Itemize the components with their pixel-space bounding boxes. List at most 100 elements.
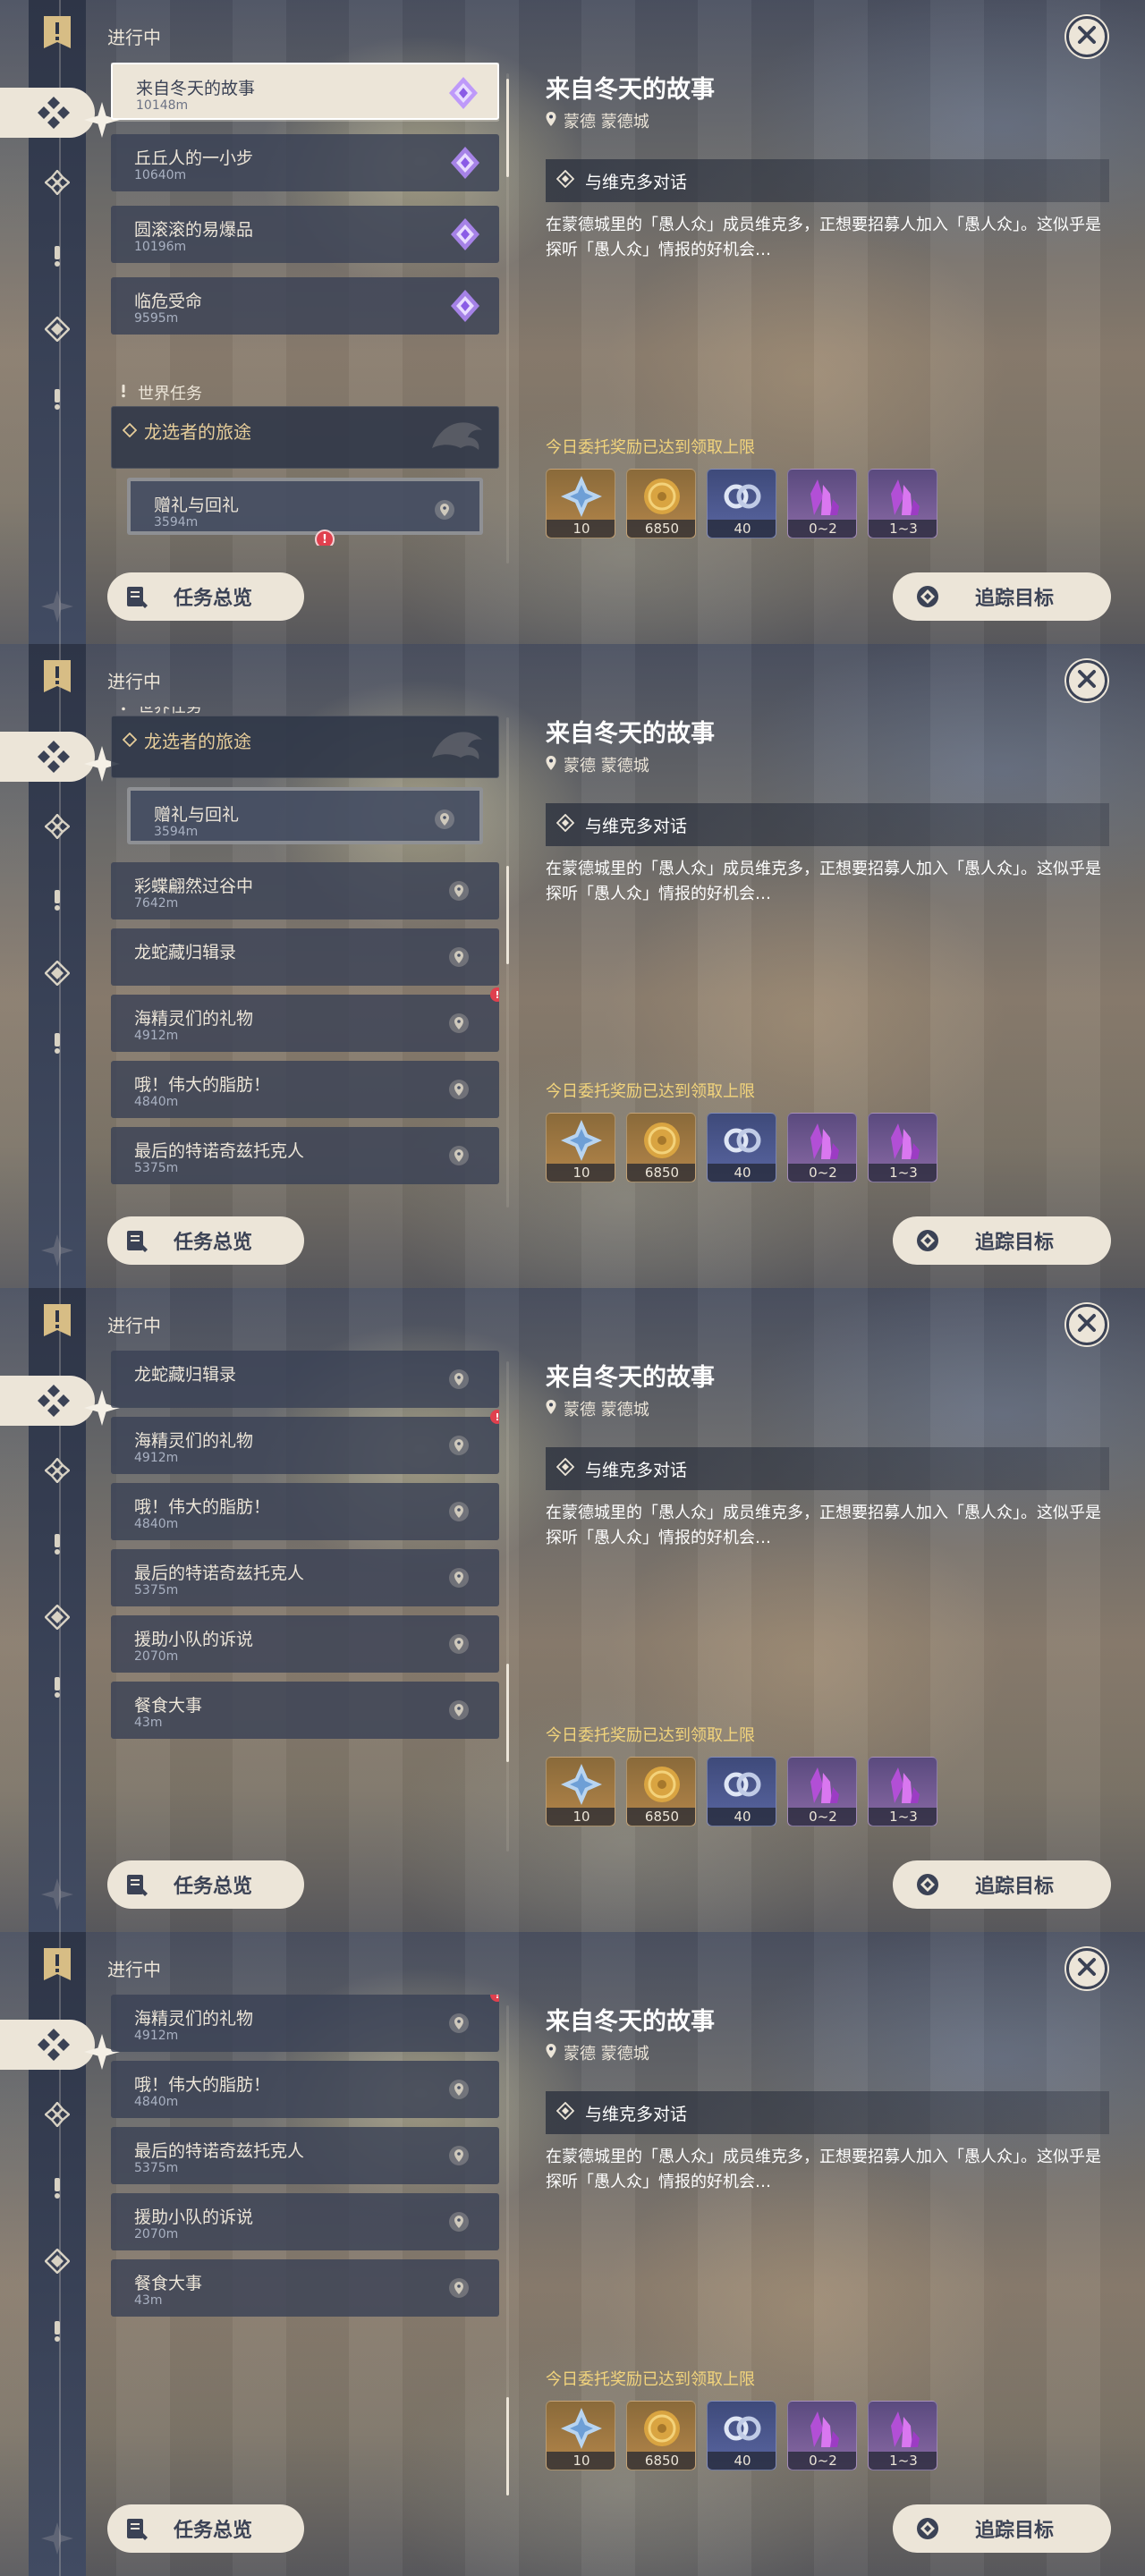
rail-tab-commission[interactable] [0, 88, 120, 138]
quest-item[interactable]: 哦！伟大的脂肪！ 4840m [111, 1061, 499, 1118]
quest-item[interactable]: 临危受命 9595m [111, 277, 499, 335]
rail-tab-commission[interactable] [0, 1376, 120, 1426]
rail-tab-event[interactable] [39, 383, 75, 419]
rail-tab-archon[interactable] [39, 1601, 75, 1637]
quest-item[interactable]: 哦！伟大的脂肪！ 4840m [111, 1483, 499, 1540]
reward-item[interactable]: 1~3 [868, 469, 937, 538]
reward-item[interactable]: 6850 [626, 469, 696, 538]
rail-tab-world[interactable] [39, 2172, 75, 2207]
track-objective-button[interactable]: 追踪目标 [893, 2504, 1111, 2553]
list-scrollbar-track[interactable] [506, 1361, 509, 1852]
reward-item[interactable]: 6850 [626, 2401, 696, 2470]
reward-item[interactable]: 40 [707, 2401, 776, 2470]
reward-item[interactable]: 10 [546, 1113, 615, 1182]
navigate-pin-icon[interactable] [449, 1013, 469, 1033]
navigate-pin-icon[interactable] [449, 1146, 469, 1165]
navigate-pin-icon[interactable] [449, 1634, 469, 1654]
quest-overview-button[interactable]: 任务总览 [107, 1860, 304, 1909]
close-button[interactable] [1066, 660, 1107, 701]
quest-item[interactable]: 龙蛇藏归辑录 [111, 1351, 499, 1408]
reward-item[interactable]: 6850 [626, 1113, 696, 1182]
quest-item[interactable]: 海精灵们的礼物4912m! [111, 1410, 499, 1474]
reward-item[interactable]: 40 [707, 1113, 776, 1182]
quest-item[interactable]: 彩蝶翩然过谷中 7642m [111, 862, 499, 919]
navigate-pin-icon[interactable] [449, 1436, 469, 1455]
rail-tab-archon[interactable] [39, 957, 75, 993]
reward-item[interactable]: 10 [546, 2401, 615, 2470]
navigate-pin-icon[interactable] [435, 500, 454, 520]
close-button[interactable] [1066, 16, 1107, 57]
navigate-pin-icon[interactable] [449, 947, 469, 967]
quest-item[interactable]: 最后的特诺奇兹托克人 5375m [111, 1549, 499, 1606]
navigate-pin-icon[interactable] [449, 1369, 469, 1389]
rail-tab-legend[interactable] [39, 1454, 75, 1490]
quest-distance: 5375m [134, 1161, 179, 1175]
rail-tab-event[interactable] [39, 1027, 75, 1063]
quest-item[interactable]: 海精灵们的礼物4912m! [111, 1995, 499, 2052]
navigate-pin-icon[interactable] [449, 2212, 469, 2232]
chapter-header[interactable]: 龙选者的旅途 [111, 716, 499, 778]
reward-item[interactable]: 1~3 [868, 2401, 937, 2470]
rail-tab-legend[interactable] [39, 2098, 75, 2134]
quest-item[interactable]: 海精灵们的礼物4912m! [111, 987, 499, 1052]
rail-tab-world[interactable] [39, 240, 75, 275]
track-objective-button[interactable]: 追踪目标 [893, 572, 1111, 621]
chapter-header[interactable]: 龙选者的旅途 [111, 406, 499, 469]
rail-tab-legend[interactable] [39, 166, 75, 202]
reward-item[interactable]: 40 [707, 1757, 776, 1826]
reward-item[interactable]: 10 [546, 469, 615, 538]
navigate-pin-icon[interactable] [449, 2146, 469, 2165]
list-scrollbar-thumb[interactable] [506, 1664, 509, 1762]
quest-item[interactable]: 最后的特诺奇兹托克人 5375m [111, 2127, 499, 2184]
reward-item[interactable]: 40 [707, 469, 776, 538]
quest-item[interactable]: 丘丘人的一小步 10640m [111, 134, 499, 191]
quest-overview-button[interactable]: 任务总览 [107, 572, 304, 621]
track-objective-button[interactable]: 追踪目标 [893, 1216, 1111, 1265]
rail-tab-world[interactable] [39, 1528, 75, 1563]
rail-tab-archon[interactable] [39, 313, 75, 349]
navigate-pin-icon[interactable] [449, 1502, 469, 1521]
close-button[interactable] [1066, 1948, 1107, 1989]
quest-item[interactable]: 最后的特诺奇兹托克人 5375m [111, 1127, 499, 1184]
rail-tab-commission[interactable] [0, 2020, 120, 2070]
reward-item[interactable]: 1~3 [868, 1113, 937, 1182]
reward-item[interactable]: 6850 [626, 1757, 696, 1826]
quest-item[interactable]: 援助小队的诉说 2070m [111, 1615, 499, 1673]
close-button[interactable] [1066, 1304, 1107, 1345]
quest-item[interactable]: 来自冬天的故事 10148m [111, 63, 499, 120]
quest-overview-button[interactable]: 任务总览 [107, 1216, 304, 1265]
rail-tab-legend[interactable] [39, 810, 75, 846]
quest-overview-button[interactable]: 任务总览 [107, 2504, 304, 2553]
rail-tab-event[interactable] [39, 2315, 75, 2351]
reward-item[interactable]: 0~2 [787, 469, 857, 538]
navigate-pin-icon[interactable] [449, 881, 469, 901]
rail-tab-archon[interactable] [39, 2245, 75, 2281]
navigate-pin-icon[interactable] [435, 809, 454, 829]
list-scrollbar-thumb[interactable] [506, 866, 509, 964]
rail-tab-world[interactable] [39, 884, 75, 919]
list-scrollbar-thumb[interactable] [506, 2397, 509, 2496]
navigate-pin-icon[interactable] [449, 1568, 469, 1588]
track-objective-button[interactable]: 追踪目标 [893, 1860, 1111, 1909]
quest-item[interactable]: 哦！伟大的脂肪！ 4840m [111, 2061, 499, 2118]
navigate-pin-icon[interactable] [449, 2013, 469, 2033]
reward-item[interactable]: 0~2 [787, 1113, 857, 1182]
navigate-pin-icon[interactable] [449, 2278, 469, 2298]
reward-item[interactable]: 0~2 [787, 1757, 857, 1826]
navigate-pin-icon[interactable] [449, 1080, 469, 1099]
rail-tab-commission[interactable] [0, 732, 120, 782]
list-scrollbar-thumb[interactable] [506, 79, 509, 177]
quest-item[interactable]: 圆滚滚的易爆品 10196m [111, 206, 499, 263]
quest-item[interactable]: 餐食大事 43m [111, 1682, 499, 1739]
reward-item[interactable]: 10 [546, 1757, 615, 1826]
reward-item[interactable]: 0~2 [787, 2401, 857, 2470]
rail-tab-event[interactable] [39, 1671, 75, 1707]
reward-item[interactable]: 1~3 [868, 1757, 937, 1826]
quest-item[interactable]: 援助小队的诉说 2070m [111, 2193, 499, 2250]
quest-item[interactable]: 龙蛇藏归辑录 [111, 928, 499, 986]
quest-item[interactable]: 赠礼与回礼 3594m! [127, 478, 483, 546]
navigate-pin-icon[interactable] [449, 2080, 469, 2099]
navigate-pin-icon[interactable] [449, 1700, 469, 1720]
quest-item[interactable]: 赠礼与回礼 3594m [127, 787, 483, 844]
quest-item[interactable]: 餐食大事 43m [111, 2259, 499, 2317]
